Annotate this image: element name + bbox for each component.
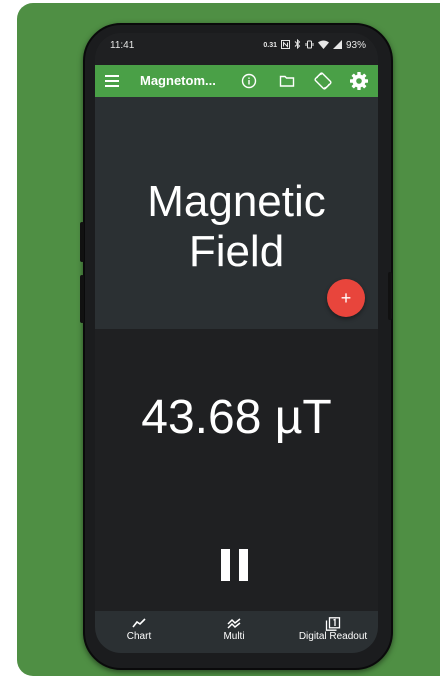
nfc-icon	[280, 39, 290, 52]
battery-text: 93%	[345, 40, 366, 51]
chart-icon	[131, 617, 147, 629]
sensor-title-line2: Field	[188, 227, 285, 276]
nav-item-multi[interactable]: Multi	[218, 617, 250, 642]
add-button[interactable]: +	[327, 279, 365, 317]
vibrate-icon	[305, 40, 314, 52]
multi-icon	[226, 617, 242, 629]
screen-rotation-icon[interactable]	[314, 72, 332, 90]
bluetooth-icon	[294, 38, 301, 52]
status-icons: 0.31 93%	[263, 38, 366, 52]
sensor-title-line1: Magnetic	[147, 177, 326, 226]
phone-screen: 11:41 0.31 93% Magnetom... Magnetic Fiel…	[95, 33, 378, 653]
phone-side-button	[80, 222, 84, 262]
status-time: 11:41	[110, 40, 135, 51]
menu-icon[interactable]	[105, 75, 119, 87]
sensor-title: Magnetic Field	[95, 177, 378, 277]
phone-power-button	[388, 272, 392, 320]
info-icon[interactable]	[240, 72, 258, 90]
nav-item-digital-readout[interactable]: Digital Readout	[293, 617, 373, 642]
settings-icon[interactable]	[348, 70, 370, 92]
nav-label-chart: Chart	[126, 631, 152, 642]
magnetic-field-reading: 43.68 µT	[141, 391, 332, 444]
data-speed-text: 0.31	[263, 42, 277, 49]
bottom-navigation: Chart Multi Digital Readout	[95, 611, 378, 653]
pause-icon	[221, 549, 230, 581]
status-bar: 11:41 0.31 93%	[95, 33, 378, 61]
nav-label-multi: Multi	[223, 631, 245, 642]
nav-item-chart[interactable]: Chart	[123, 617, 155, 642]
app-bar: Magnetom...	[95, 65, 378, 97]
nav-label-digital-readout: Digital Readout	[298, 631, 368, 642]
digital-readout-icon	[325, 617, 341, 631]
app-title: Magnetom...	[140, 73, 216, 88]
signal-icon	[332, 39, 342, 52]
pause-icon	[239, 549, 248, 581]
pause-button[interactable]	[221, 549, 251, 581]
wifi-icon	[317, 40, 329, 52]
phone-side-button	[80, 275, 84, 323]
folder-icon[interactable]	[278, 72, 296, 90]
